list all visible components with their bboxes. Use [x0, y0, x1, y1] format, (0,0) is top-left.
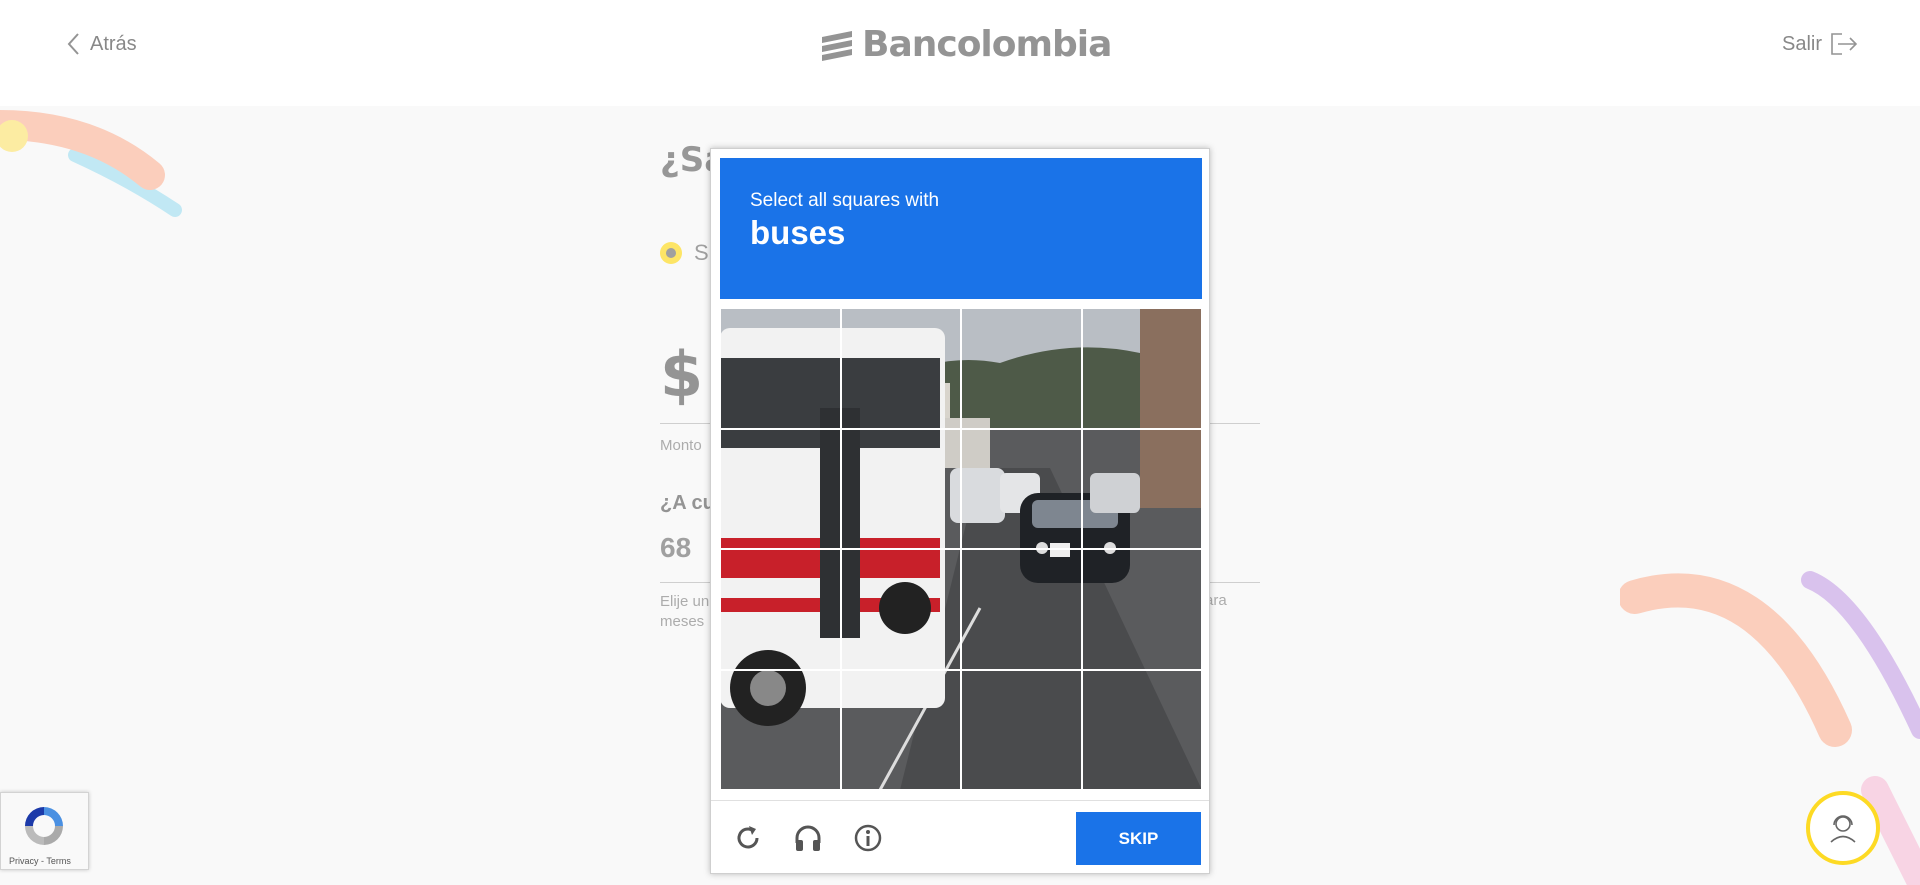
- captcha-header: Select all squares with buses: [720, 158, 1202, 299]
- captcha-tile[interactable]: [840, 428, 961, 549]
- captcha-tile[interactable]: [1081, 308, 1202, 429]
- skip-button[interactable]: SKIP: [1076, 812, 1201, 865]
- support-agent-icon: [1830, 815, 1856, 843]
- help-chat-button[interactable]: [1806, 791, 1880, 865]
- captcha-tiles: [720, 308, 1202, 790]
- captcha-tile[interactable]: [720, 549, 841, 670]
- headphones-icon[interactable]: [793, 823, 823, 853]
- captcha-tile[interactable]: [720, 669, 841, 790]
- reload-icon[interactable]: [733, 823, 763, 853]
- captcha-tile[interactable]: [1081, 549, 1202, 670]
- captcha-image-grid: [720, 308, 1202, 790]
- recaptcha-badge[interactable]: Privacy - Terms: [0, 792, 89, 870]
- captcha-tile[interactable]: [961, 428, 1082, 549]
- captcha-tile[interactable]: [961, 669, 1082, 790]
- captcha-target: buses: [750, 214, 846, 251]
- recaptcha-logo-icon: [25, 807, 63, 845]
- captcha-tile[interactable]: [840, 669, 961, 790]
- captcha-tile[interactable]: [720, 308, 841, 429]
- captcha-tile[interactable]: [961, 308, 1082, 429]
- badge-links[interactable]: Privacy - Terms: [9, 856, 71, 866]
- captcha-tile[interactable]: [1081, 669, 1202, 790]
- info-icon[interactable]: [853, 823, 883, 853]
- recaptcha-challenge: Select all squares with buses SKIP: [710, 148, 1210, 874]
- captcha-tile[interactable]: [1081, 428, 1202, 549]
- captcha-tile[interactable]: [840, 549, 961, 670]
- captcha-tile[interactable]: [720, 428, 841, 549]
- captcha-instruction: Select all squares with: [750, 190, 940, 211]
- captcha-footer: SKIP: [711, 800, 1209, 874]
- captcha-tile[interactable]: [840, 308, 961, 429]
- captcha-tile[interactable]: [961, 549, 1082, 670]
